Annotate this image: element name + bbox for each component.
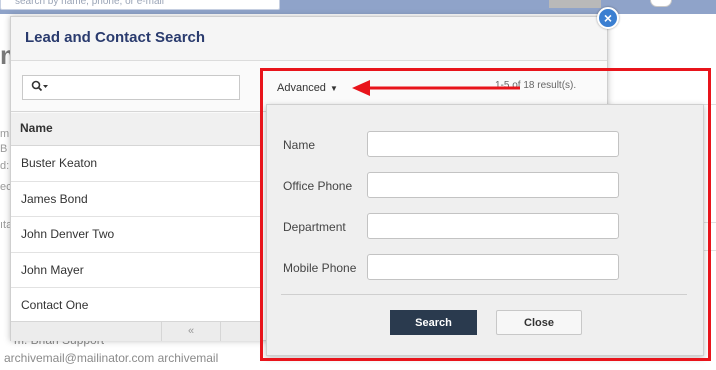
close-icon[interactable]: × <box>597 7 619 29</box>
background-email-text: archivemail@mailinator.com archivemail <box>4 351 219 365</box>
panel-divider <box>281 294 687 295</box>
name-field[interactable] <box>367 131 619 157</box>
pagination-bar: « <box>11 321 261 341</box>
list-item[interactable]: James Bond <box>11 181 261 217</box>
dialog-title: Lead and Contact Search <box>25 29 206 46</box>
close-button[interactable]: Close <box>496 310 582 335</box>
contact-list: Buster Keaton James Bond John Denver Two… <box>11 146 261 324</box>
mobile-phone-label: Mobile Phone <box>283 261 357 275</box>
name-field-row: Name <box>283 131 683 157</box>
office-phone-field-row: Office Phone <box>283 172 683 198</box>
department-label: Department <box>283 220 346 234</box>
background-button[interactable] <box>549 0 601 8</box>
chevron-down-icon: ▼ <box>329 84 338 93</box>
previous-page-button[interactable]: « <box>161 322 221 341</box>
results-count: 1-5 of 18 result(s). <box>495 80 577 91</box>
column-header-name[interactable]: Name <box>11 113 261 146</box>
list-item[interactable]: Buster Keaton <box>11 146 261 182</box>
advanced-search-toggle[interactable]: Advanced ▼ <box>277 82 338 94</box>
department-field-row: Department <box>283 213 683 239</box>
quick-search-input[interactable] <box>22 75 240 100</box>
office-phone-field[interactable] <box>367 172 619 198</box>
list-item[interactable]: Contact One <box>11 288 261 324</box>
list-item[interactable]: John Denver Two <box>11 217 261 253</box>
search-icon[interactable] <box>31 80 49 95</box>
name-label: Name <box>283 138 316 152</box>
dialog-header: Lead and Contact Search <box>11 17 607 61</box>
mobile-phone-field-row: Mobile Phone <box>283 254 683 280</box>
advanced-search-panel: Name Office Phone Department Mobile Phon… <box>266 104 704 356</box>
background-toggle[interactable] <box>650 0 672 7</box>
department-field[interactable] <box>367 213 619 239</box>
search-button[interactable]: Search <box>390 310 477 335</box>
office-phone-label: Office Phone <box>283 179 353 193</box>
background-search-input[interactable]: search by name, phone, or e-mail <box>0 0 280 10</box>
advanced-label: Advanced <box>277 82 326 94</box>
mobile-phone-field[interactable] <box>367 254 619 280</box>
list-item[interactable]: John Mayer <box>11 252 261 288</box>
